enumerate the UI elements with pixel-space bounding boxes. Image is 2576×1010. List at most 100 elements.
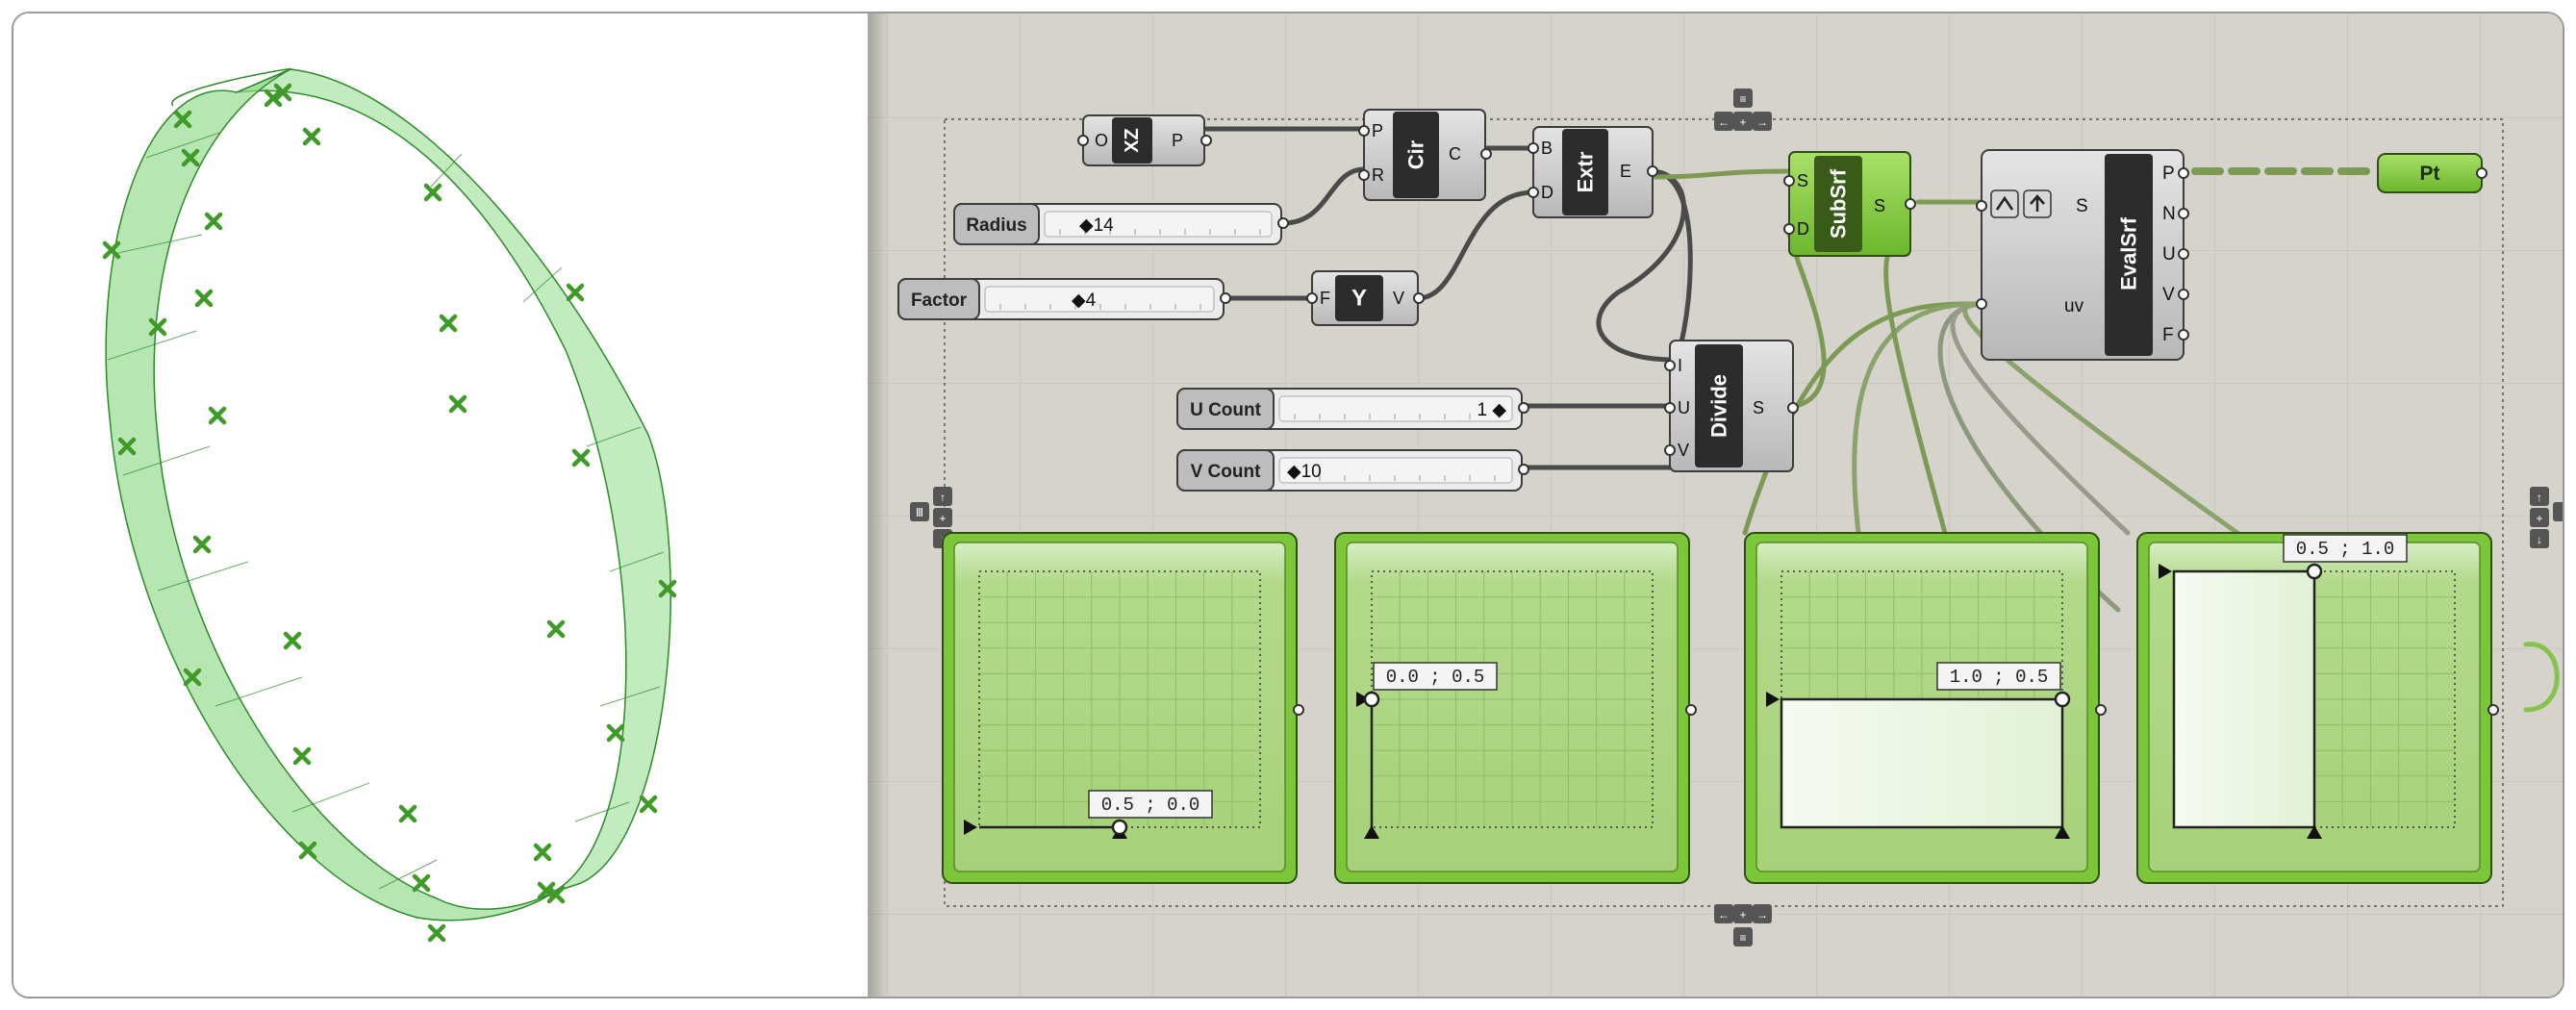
cross-marker-icon — [412, 873, 431, 893]
output-N: N — [2162, 204, 2176, 224]
output-E: E — [1620, 162, 1631, 181]
canvas-edge-shadow — [868, 13, 889, 997]
md-slider-handle[interactable] — [2306, 563, 2323, 580]
md-slider[interactable]: 1.0 ; 0.5 — [1744, 532, 2107, 884]
cross-marker-icon — [566, 283, 585, 302]
output-S: S — [1874, 196, 1885, 215]
v-count-slider[interactable]: V Count ◆10 — [1176, 449, 1529, 492]
sub-surface-component[interactable]: SubSrf S D S — [1783, 151, 1916, 257]
svg-text:←: ← — [1718, 908, 1730, 922]
point-parameter[interactable]: Pt — [2377, 153, 2488, 193]
md-slider[interactable]: 0.0 ; 0.5 — [1334, 532, 1697, 884]
svg-text:↑: ↑ — [940, 491, 946, 504]
component-nickname: Divide — [1707, 374, 1731, 438]
slider-label: U Count — [1190, 400, 1262, 420]
output-V: V — [1393, 289, 1404, 308]
slider-value: 1 ◆ — [1477, 400, 1507, 420]
input-S: S — [2076, 196, 2088, 216]
md-slider-handle[interactable] — [1111, 819, 1128, 836]
svg-text:→: → — [1756, 115, 1768, 129]
svg-text:←: ← — [1718, 115, 1730, 129]
md-slider-region — [2172, 569, 2316, 829]
reparameterize-icon[interactable] — [1990, 189, 2019, 218]
app-window: XZ O P Cir P R C Extr B D E Radius ◆14 F… — [12, 12, 2564, 998]
md-slider-handle[interactable] — [2054, 691, 2071, 708]
slider-label: V Count — [1191, 462, 1261, 482]
slider-value: ◆14 — [1079, 215, 1114, 236]
component-nickname: SubSrf — [1827, 168, 1851, 239]
extruded-ring-surface — [105, 67, 671, 922]
svg-text:+: + — [1739, 115, 1746, 129]
cross-marker-icon — [194, 289, 214, 308]
factor-slider[interactable]: Factor ◆4 — [897, 278, 1231, 320]
input-D: D — [1797, 219, 1809, 239]
xz-plane-component[interactable]: XZ O P — [1077, 114, 1212, 166]
cross-marker-icon — [571, 448, 591, 467]
output-V: V — [2162, 285, 2175, 305]
cross-marker-icon — [208, 406, 227, 425]
output-U: U — [2162, 244, 2176, 265]
evaluated-points — [102, 83, 677, 943]
cross-marker-icon — [427, 923, 446, 943]
input-P: P — [1372, 121, 1383, 140]
md-slider-value: 1.0 ; 0.5 — [1950, 667, 2049, 688]
md-slider-value: 0.0 ; 0.5 — [1386, 667, 1485, 688]
input-O: O — [1095, 131, 1108, 150]
slider-label: Factor — [911, 290, 968, 311]
radius-slider[interactable]: Radius ◆14 — [953, 203, 1289, 245]
grasshopper-canvas[interactable]: XZ O P Cir P R C Extr B D E Radius ◆14 F… — [868, 13, 2563, 997]
svg-text:↓: ↓ — [2537, 533, 2542, 546]
svg-text:Ⅲ: Ⅲ — [916, 506, 923, 519]
md-slider[interactable]: 0.5 ; 0.0 — [942, 532, 1304, 884]
u-count-slider[interactable]: U Count 1 ◆ — [1176, 388, 1529, 430]
input-F: F — [1320, 289, 1330, 308]
cross-marker-icon — [302, 127, 321, 146]
input-S: S — [1797, 171, 1808, 190]
input-B: B — [1541, 139, 1553, 158]
output-P: P — [1172, 131, 1183, 150]
svg-text:+: + — [939, 512, 946, 525]
component-nickname: XZ — [1122, 128, 1143, 153]
md-slider-handle[interactable] — [1363, 691, 1380, 708]
slider-label: Radius — [966, 215, 1026, 236]
cross-marker-icon — [283, 631, 302, 650]
cross-marker-icon — [606, 723, 625, 743]
svg-text:→: → — [1756, 908, 1768, 922]
md-slider-value: 0.5 ; 0.0 — [1101, 795, 1200, 816]
svg-text:≡: ≡ — [1739, 92, 1746, 106]
extrude-component[interactable]: Extr B D E — [1528, 126, 1658, 218]
evaluate-surface-component[interactable]: EvalSrf S uv P N U V F — [1976, 149, 2189, 361]
input-I: I — [1678, 356, 1682, 375]
svg-text:+: + — [2536, 512, 2542, 525]
cross-marker-icon — [533, 843, 552, 862]
cross-marker-icon — [423, 183, 442, 202]
cross-marker-icon — [448, 394, 467, 414]
rhino-viewport[interactable] — [13, 13, 868, 997]
input-D: D — [1541, 183, 1553, 202]
input-V: V — [1678, 441, 1689, 460]
output-S: S — [1753, 398, 1764, 417]
md-slider-value: 0.5 ; 1.0 — [2296, 539, 2395, 560]
circle-component[interactable]: Cir P R C — [1358, 109, 1492, 201]
input-U: U — [1678, 398, 1690, 417]
cross-marker-icon — [439, 314, 458, 333]
svg-text:↑: ↑ — [2537, 491, 2542, 504]
slider-value: ◆4 — [1072, 290, 1097, 311]
divide-domain-component[interactable]: Divide I U V S — [1664, 340, 1799, 472]
component-nickname: Y — [1351, 286, 1367, 312]
component-nickname: EvalSrf — [2117, 216, 2141, 290]
output-P: P — [2162, 164, 2175, 184]
cross-marker-icon — [204, 212, 223, 231]
cross-marker-icon — [192, 535, 212, 554]
md-slider[interactable]: 0.5 ; 1.0 — [2136, 532, 2499, 884]
output-C: C — [1449, 144, 1461, 164]
cross-marker-icon — [398, 804, 417, 823]
svg-text:≡: ≡ — [1739, 931, 1746, 945]
arrow-up-icon[interactable] — [2023, 189, 2052, 218]
md-slider-region — [1780, 697, 2064, 829]
cross-marker-icon — [292, 746, 312, 766]
unit-y-component[interactable]: Y F V — [1306, 270, 1425, 326]
component-nickname: Extr — [1574, 151, 1598, 192]
slider-value: ◆10 — [1287, 462, 1322, 482]
output-F: F — [2162, 325, 2174, 345]
